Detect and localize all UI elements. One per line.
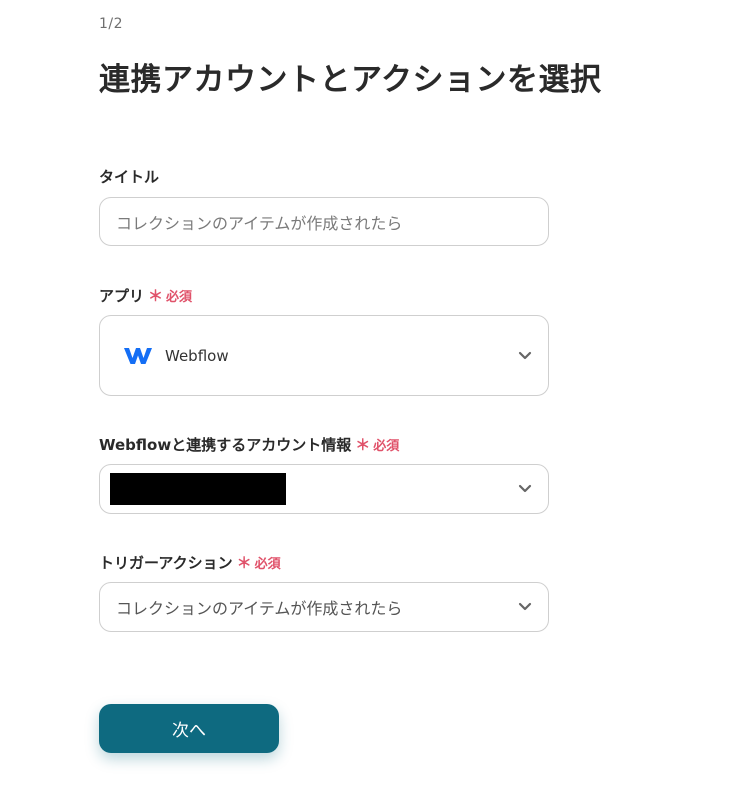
form-page: 1/2 連携アカウントとアクションを選択 タイトル コレクションのアイテムが作成… [0, 0, 738, 802]
app-select-value: Webflow [165, 346, 229, 365]
chevron-down-icon [518, 484, 532, 493]
webflow-logo-icon [124, 347, 152, 364]
account-label-text: Webflowと連携するアカウント情報 [99, 436, 352, 454]
app-label: アプリ ＊ 必須 [99, 285, 192, 306]
page-title: 連携アカウントとアクションを選択 [99, 62, 602, 98]
app-select[interactable]: Webflow [99, 315, 549, 396]
title-label-text: タイトル [99, 168, 160, 186]
redacted-account-value [110, 473, 286, 505]
trigger-label: トリガーアクション ＊ 必須 [99, 552, 281, 573]
required-asterisk: ＊ [148, 287, 164, 305]
required-text: 必須 [254, 557, 281, 572]
required-badge: ＊ 必須 [148, 285, 192, 306]
title-label: タイトル [99, 166, 159, 187]
required-text: 必須 [166, 290, 193, 305]
required-asterisk: ＊ [355, 436, 371, 454]
step-indicator: 1/2 [99, 16, 124, 32]
account-select[interactable] [99, 464, 549, 514]
account-label: Webflowと連携するアカウント情報 ＊ 必須 [99, 434, 399, 455]
trigger-action-select[interactable]: コレクションのアイテムが作成されたら [99, 582, 549, 632]
chevron-down-icon [518, 351, 532, 359]
title-input[interactable]: コレクションのアイテムが作成されたら [99, 197, 549, 246]
trigger-action-value: コレクションのアイテムが作成されたら [116, 599, 403, 618]
next-button[interactable]: 次へ [99, 704, 279, 753]
trigger-label-text: トリガーアクション [99, 554, 233, 572]
required-asterisk: ＊ [236, 554, 252, 572]
app-label-text: アプリ [99, 287, 145, 305]
title-input-value: コレクションのアイテムが作成されたら [116, 213, 403, 233]
chevron-down-icon [518, 602, 532, 611]
required-badge: ＊ 必須 [355, 434, 399, 455]
required-badge: ＊ 必須 [237, 552, 281, 573]
required-text: 必須 [373, 439, 400, 454]
